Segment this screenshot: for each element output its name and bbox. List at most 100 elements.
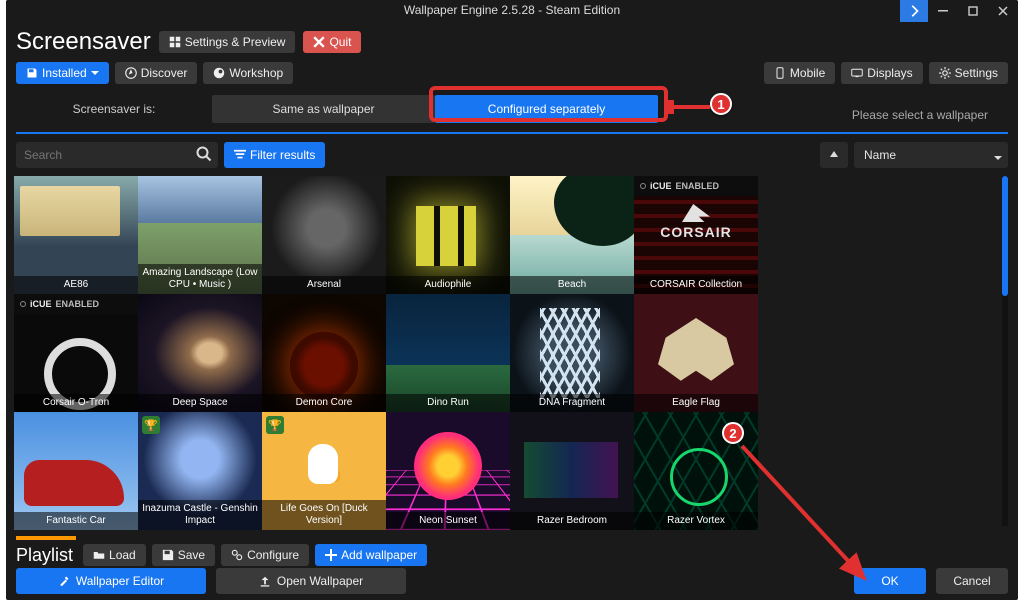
icue-badge: iCUEENABLED <box>14 294 138 314</box>
playlist-load-button[interactable]: Load <box>83 544 146 566</box>
playlist-save-label: Save <box>178 548 205 562</box>
search-input-wrapper <box>16 142 218 168</box>
annotation-callout-1: 1 <box>710 93 732 115</box>
wallpaper-tile[interactable]: Razer Bedroom <box>510 412 634 530</box>
wallpaper-tile[interactable]: 🏆Inazuma Castle - Genshin Impact <box>138 412 262 530</box>
playlist-load-label: Load <box>109 548 136 562</box>
playlist-configure-button[interactable]: Configure <box>221 544 309 566</box>
wallpaper-tile-label: Corsair O-Tron <box>14 394 138 412</box>
window-title: Wallpaper Engine 2.5.28 - Steam Edition <box>6 3 1018 17</box>
steam-icon <box>213 67 225 79</box>
workshop-label: Workshop <box>229 66 283 80</box>
close-icon <box>313 36 325 48</box>
workshop-tab[interactable]: Workshop <box>203 62 293 84</box>
sort-direction-button[interactable] <box>820 142 848 168</box>
mode-same-as-wallpaper[interactable]: Same as wallpaper <box>212 95 435 123</box>
wallpaper-tile-label: Audiophile <box>386 276 510 294</box>
app-window: Wallpaper Engine 2.5.28 - Steam Edition … <box>6 0 1018 600</box>
mobile-icon <box>774 67 786 79</box>
filter-results-button[interactable]: Filter results <box>224 142 325 168</box>
sort-field-dropdown[interactable]: Name <box>854 142 1008 168</box>
save-icon <box>26 67 38 79</box>
open-wallpaper-button[interactable]: Open Wallpaper <box>216 568 406 594</box>
gallery-scrollbar[interactable] <box>1002 176 1008 526</box>
filter-icon <box>234 149 246 161</box>
mobile-label: Mobile <box>790 66 825 80</box>
wallpaper-tile[interactable]: Eagle Flag <box>634 294 758 412</box>
gear-icon <box>939 67 951 79</box>
compass-icon <box>125 67 137 79</box>
monitor-icon <box>851 67 863 79</box>
quit-button[interactable]: Quit <box>303 31 361 53</box>
wallpaper-tile-label: Fantastic Car <box>14 512 138 530</box>
gears-icon <box>231 549 243 561</box>
minimize-button[interactable] <box>928 0 958 22</box>
wallpaper-tile[interactable]: Arsenal <box>262 176 386 294</box>
trophy-icon: 🏆 <box>266 416 284 434</box>
installed-dropdown[interactable]: Installed <box>16 62 109 84</box>
settings-button[interactable]: Settings <box>929 62 1008 84</box>
icue-badge: iCUEENABLED <box>634 176 758 196</box>
wallpaper-tile[interactable]: DNA Fragment <box>510 294 634 412</box>
wallpaper-editor-label: Wallpaper Editor <box>76 574 164 588</box>
wallpaper-tile-label: Life Goes On [Duck Version] <box>262 500 386 530</box>
wallpaper-tile[interactable]: Dino Run <box>386 294 510 412</box>
corsair-logo-text: CORSAIR <box>634 224 758 240</box>
wallpaper-tile[interactable]: iCUEENABLED CORSAIR CORSAIR Collection <box>634 176 758 294</box>
playlist-add-wallpaper-button[interactable]: Add wallpaper <box>315 544 427 566</box>
expand-button[interactable] <box>900 0 928 22</box>
wallpaper-tile-label: Demon Core <box>262 394 386 412</box>
scrollbar-thumb[interactable] <box>1002 176 1008 296</box>
discover-tab[interactable]: Discover <box>115 62 198 84</box>
wallpaper-tile[interactable]: 🏆 Life Goes On [Duck Version] <box>262 412 386 530</box>
cancel-button[interactable]: Cancel <box>936 568 1008 594</box>
playlist-title: Playlist <box>16 545 73 566</box>
folder-icon <box>93 549 105 561</box>
search-input[interactable] <box>16 148 218 162</box>
wallpaper-tile-label: Inazuma Castle - Genshin Impact <box>138 500 262 530</box>
wallpaper-tile-label: Razer Bedroom <box>510 512 634 530</box>
wallpaper-editor-button[interactable]: Wallpaper Editor <box>16 568 206 594</box>
filter-results-label: Filter results <box>250 148 315 162</box>
wallpaper-tile-label: DNA Fragment <box>510 394 634 412</box>
wallpaper-tile[interactable]: Demon Core <box>262 294 386 412</box>
playlist-indicator <box>16 536 76 540</box>
wallpaper-tile-label: Neon Sunset <box>386 512 510 530</box>
wallpaper-tile-label: Amazing Landscape (Low CPU • Music ) <box>138 264 262 294</box>
windows-icon <box>169 36 181 48</box>
search-icon[interactable] <box>196 146 212 167</box>
footer: Wallpaper Editor Open Wallpaper OK Cance… <box>16 568 1008 594</box>
ok-button[interactable]: OK <box>854 568 926 594</box>
displays-button[interactable]: Displays <box>841 62 922 84</box>
maximize-button[interactable] <box>958 0 988 22</box>
page-title: Screensaver <box>16 28 151 56</box>
save-icon <box>162 549 174 561</box>
wallpaper-tile[interactable]: iCUEENABLED Corsair O-Tron <box>14 294 138 412</box>
wallpaper-tile[interactable]: Neon Sunset <box>386 412 510 530</box>
settings-label: Settings <box>955 66 998 80</box>
chevron-down-icon <box>994 151 1002 165</box>
wallpaper-tile-label: Beach <box>510 276 634 294</box>
close-button[interactable] <box>988 0 1018 22</box>
wallpaper-tile-label: AE86 <box>14 276 138 294</box>
wallpaper-tile-label: Arsenal <box>262 276 386 294</box>
wallpaper-tile[interactable]: Fantastic Car <box>14 412 138 530</box>
wallpaper-tile[interactable]: Amazing Landscape (Low CPU • Music ) <box>138 176 262 294</box>
sort-field-label: Name <box>864 148 896 162</box>
plus-icon <box>325 549 337 561</box>
wallpaper-tile-label: CORSAIR Collection <box>634 276 758 294</box>
installed-label: Installed <box>42 66 87 80</box>
wallpaper-tile[interactable]: AE86 <box>14 176 138 294</box>
chevron-down-icon <box>91 69 99 77</box>
wallpaper-tile[interactable]: Beach <box>510 176 634 294</box>
header-row: Screensaver Settings & Preview Quit <box>6 24 1018 60</box>
mobile-button[interactable]: Mobile <box>764 62 835 84</box>
mode-configured-separately[interactable]: Configured separately <box>435 95 658 123</box>
wallpaper-tile-label: Razer Vortex <box>634 512 758 530</box>
nav-row: Installed Discover Workshop Mobile Displ… <box>6 60 1018 90</box>
playlist-configure-label: Configure <box>247 548 299 562</box>
wallpaper-tile[interactable]: Deep Space <box>138 294 262 412</box>
wallpaper-tile[interactable]: Audiophile <box>386 176 510 294</box>
playlist-save-button[interactable]: Save <box>152 544 215 566</box>
settings-preview-button[interactable]: Settings & Preview <box>159 31 296 53</box>
